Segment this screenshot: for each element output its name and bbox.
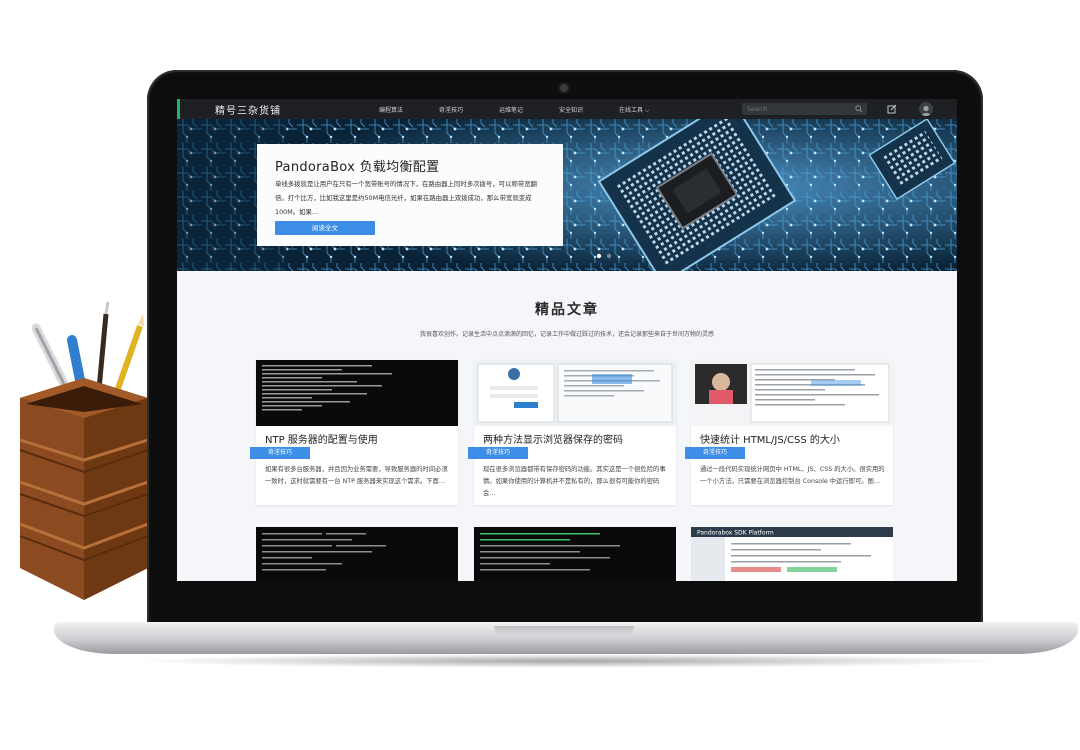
article-thumbnail [256, 527, 458, 581]
article-card[interactable]: 两种方法显示浏览器保存的密码 奇淫技巧 现在很多浏览器都带有保存密码的功能。其实… [468, 360, 676, 505]
article-card[interactable] [256, 527, 458, 581]
pencil-cup-illustration [19, 301, 149, 600]
nav-item-online-tools[interactable]: 在线工具 ⌵ [619, 105, 649, 115]
hero-banner: PandoraBox 负载均衡配置 单线多拨就是让用户在只有一个宽带账号的情况下… [177, 119, 957, 271]
carousel-indicators[interactable] [585, 253, 625, 259]
top-navbar: 精号三杂货铺 编程算法 奇淫技巧 运维笔记 安全知识 在线工具 ⌵ [177, 99, 957, 119]
section-subtitle: 我很喜欢创作。记录生活中点点滴滴的回忆，记录工作中做过踩过的技术，还会记录那些来… [419, 331, 714, 338]
site-logo[interactable]: 精号三杂货铺 [215, 102, 281, 117]
webcam [560, 84, 568, 92]
article-thumbnail [474, 360, 676, 426]
article-excerpt: 现在很多浏览器都带有保存密码的功能。其实这是一个很危险的事情。如果你使用的计算机… [483, 466, 666, 497]
search-input[interactable] [747, 105, 847, 113]
article-card[interactable]: 快速统计 HTML/JS/CSS 的大小 奇淫技巧 通过一段代码实现统计网页中 … [685, 360, 893, 505]
article-title[interactable]: 两种方法显示浏览器保存的密码 [483, 431, 623, 446]
section-title: 精品文章 [535, 302, 599, 318]
article-card[interactable]: NTP 服务器的配置与使用 奇淫技巧 如果有很多台服务器，并且因为业务需要，导致… [250, 360, 458, 505]
laptop-screen: 精号三杂货铺 编程算法 奇淫技巧 运维笔记 安全知识 在线工具 ⌵ Search… [177, 99, 957, 581]
laptop-mockup: 精号三杂货铺 编程算法 奇淫技巧 运维笔记 安全知识 在线工具 ⌵ Search… [0, 0, 1080, 750]
avatar[interactable] [919, 102, 933, 116]
laptop-opening-notch [494, 626, 634, 636]
read-more-button[interactable]: 阅读全文 [275, 221, 375, 235]
article-thumbnail [691, 360, 893, 426]
nav-item-tricks[interactable]: 奇淫技巧 [439, 105, 463, 114]
category-tag[interactable]: 奇淫技巧 [468, 447, 528, 459]
nav-item-algorithms[interactable]: 编程算法 [379, 105, 403, 114]
article-card[interactable]: Pandorabox SDK Platform [691, 527, 893, 581]
article-thumbnail: Pandorabox SDK Platform [691, 527, 893, 581]
article-excerpt: 如果有很多台服务器，并且因为业务需要，导致服务器的时间必须一致时，这时就需要有一… [265, 466, 448, 485]
article-thumbnail [256, 360, 458, 426]
article-title[interactable]: 快速统计 HTML/JS/CSS 的大小 [700, 431, 840, 446]
hero-title[interactable]: PandoraBox 负载均衡配置 [275, 156, 439, 175]
category-tag[interactable]: 奇淫技巧 [250, 447, 310, 459]
article-card[interactable] [474, 527, 676, 581]
search-icon[interactable] [855, 105, 863, 113]
edit-icon[interactable] [887, 104, 897, 114]
search-box [742, 103, 867, 115]
hero-article-card: PandoraBox 负载均衡配置 单线多拨就是让用户在只有一个宽带账号的情况下… [257, 144, 563, 246]
article-excerpt: 通过一段代码实现统计网页中 HTML、JS、CSS 的大小。很实用的一个小方法。… [700, 466, 885, 485]
nav-accent-bar [177, 99, 180, 119]
article-thumbnail [474, 527, 676, 581]
category-tag[interactable]: 奇淫技巧 [685, 447, 745, 459]
nav-item-ops-notes[interactable]: 运维笔记 [499, 105, 523, 114]
nav-item-security[interactable]: 安全知识 [559, 105, 583, 114]
thumbnail-caption: Pandorabox SDK Platform [697, 530, 774, 537]
user-avatar-icon [921, 105, 931, 116]
hero-excerpt: 单线多拨就是让用户在只有一个宽带账号的情况下，在路由器上同时多次拨号，可以称带宽… [275, 180, 538, 216]
laptop-shadow [130, 654, 1010, 668]
article-title[interactable]: NTP 服务器的配置与使用 [265, 431, 378, 446]
